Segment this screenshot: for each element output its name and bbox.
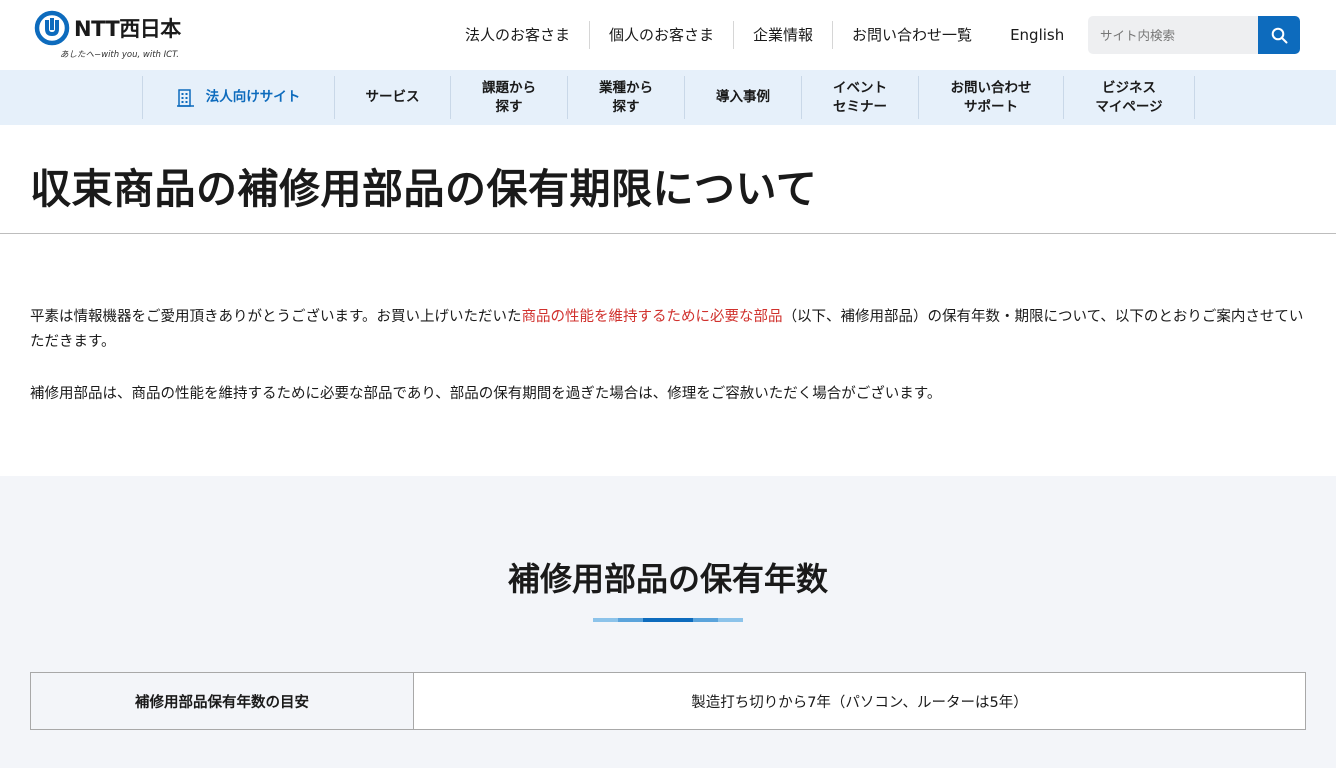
subnav-label: 法人向けサイト <box>205 89 301 105</box>
search-icon <box>1271 27 1287 43</box>
subnav-contact-support[interactable]: お問い合わせ サポート <box>919 76 1064 119</box>
search-input[interactable] <box>1088 16 1258 54</box>
nav-corporate-customers[interactable]: 法人のお客さま <box>446 21 591 49</box>
subnav-case-studies[interactable]: 導入事例 <box>685 76 802 119</box>
table-value-cell: 製造打ち切りから7年（パソコン、ルーターは5年） <box>691 694 1028 711</box>
table-header-cell: 補修用部品保有年数の目安 <box>31 673 414 729</box>
subnav-business-site[interactable]: 法人向けサイト <box>143 76 335 119</box>
intro-paragraph-2: 補修用部品は、商品の性能を維持するために必要な部品であり、部品の保有期間を過ぎた… <box>30 386 942 402</box>
intro-paragraph-1: 平素は情報機器をご愛用頂きありがとうございます。お買い上げいただいた商品の性能を… <box>30 305 1306 355</box>
subnav-services[interactable]: サービス <box>335 76 451 119</box>
logo-text: NTT西日本 <box>74 17 181 41</box>
nav-english[interactable]: English <box>991 21 1083 49</box>
top-header: NTT西日本 あしたへ−with you, with ICT. 法人のお客さま … <box>0 0 1336 70</box>
rule-segment <box>643 618 693 622</box>
intro-p1-before: 平素は情報機器をご愛用頂きありがとうございます。お買い上げいただいた <box>30 309 522 325</box>
top-nav: 法人のお客さま 個人のお客さま 企業情報 お問い合わせ一覧 English <box>446 19 1083 51</box>
nav-personal-customers[interactable]: 個人のお客さま <box>590 21 735 49</box>
subnav-find-by-industry[interactable]: 業種から 探す <box>568 76 685 119</box>
ntt-west-logo[interactable]: NTT西日本 あしたへ−with you, with ICT. <box>34 10 194 62</box>
nav-company-info[interactable]: 企業情報 <box>734 21 834 49</box>
retention-table: 補修用部品保有年数の目安 製造打ち切りから7年（パソコン、ルーターは5年） <box>30 672 1306 730</box>
subnav-events-seminars[interactable]: イベント セミナー <box>802 76 919 119</box>
page-title-area: 収束商品の補修用部品の保有期限について <box>0 125 1336 234</box>
parts-retention-section: 補修用部品の保有年数 補修用部品保有年数の目安 製造打ち切りから7年（パソコン、… <box>0 476 1336 768</box>
rule-segment <box>693 618 718 622</box>
subnav-business-mypage[interactable]: ビジネス マイページ <box>1064 76 1195 119</box>
ntt-logo-icon <box>34 10 70 46</box>
building-icon <box>176 88 194 107</box>
necessary-parts-link[interactable]: 商品の性能を維持するために必要な部品 <box>522 309 783 325</box>
site-search <box>1088 16 1300 54</box>
page-title: 収束商品の補修用部品の保有期限について <box>30 165 818 213</box>
intro-text: 平素は情報機器をご愛用頂きありがとうございます。お買い上げいただいた商品の性能を… <box>30 305 1306 434</box>
logo-tagline: あしたへ−with you, with ICT. <box>60 50 179 60</box>
search-button[interactable] <box>1258 16 1300 54</box>
rule-segment <box>618 618 643 622</box>
rule-segment <box>593 618 618 622</box>
nav-contact-list[interactable]: お問い合わせ一覧 <box>833 21 991 49</box>
section-title-underline <box>593 618 743 622</box>
business-sub-nav: 法人向けサイト サービス 課題から 探す 業種から 探す 導入事例 イベント セ… <box>0 70 1336 125</box>
rule-segment <box>718 618 743 622</box>
subnav-find-by-issue[interactable]: 課題から 探す <box>451 76 568 119</box>
section-title: 補修用部品の保有年数 <box>507 560 828 598</box>
